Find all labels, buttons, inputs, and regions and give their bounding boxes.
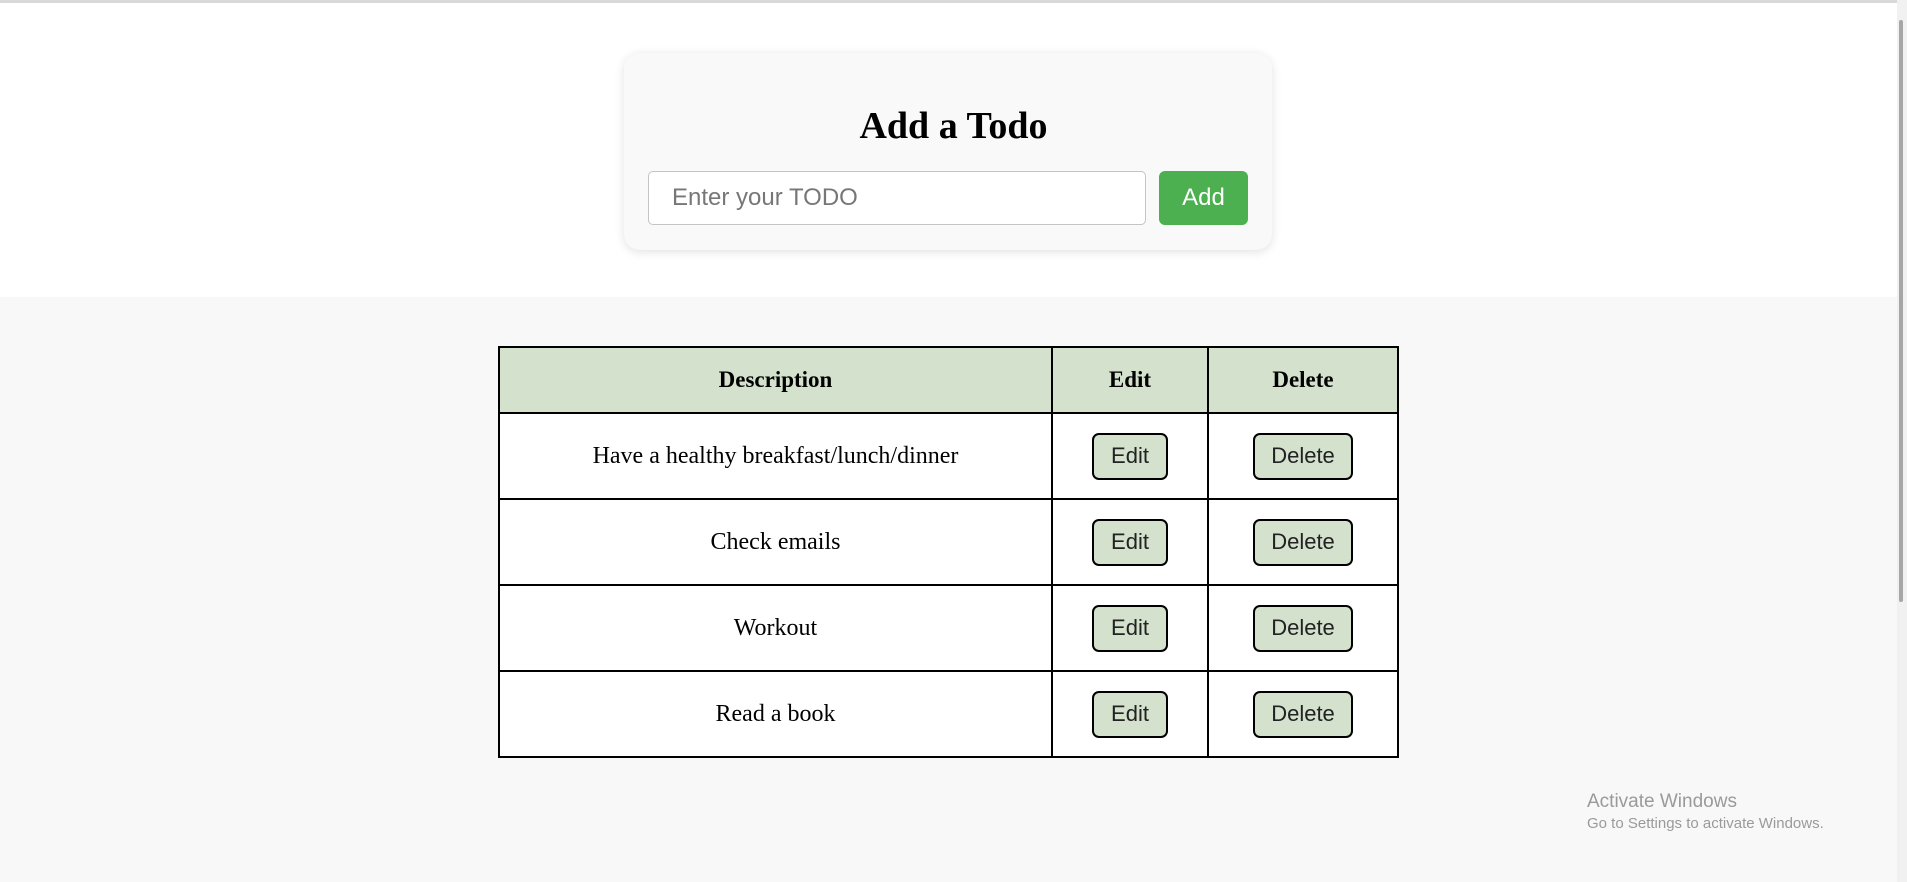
edit-button[interactable]: Edit [1092, 432, 1168, 480]
edit-button[interactable]: Edit [1092, 690, 1168, 738]
header-edit: Edit [1051, 346, 1209, 414]
todo-description: Workout [498, 584, 1053, 672]
todo-table: Description Edit Delete Have a healthy b… [498, 346, 1399, 758]
header-description: Description [498, 346, 1053, 414]
delete-cell: Delete [1207, 584, 1399, 672]
table-row: Have a healthy breakfast/lunch/dinner Ed… [498, 412, 1399, 500]
table-row: Check emails Edit Delete [498, 498, 1399, 586]
watermark-title: Activate Windows [1587, 791, 1737, 812]
edit-cell: Edit [1051, 412, 1209, 500]
delete-button[interactable]: Delete [1253, 518, 1353, 566]
vertical-scrollbar[interactable] [1897, 0, 1907, 882]
table-row: Workout Edit Delete [498, 584, 1399, 672]
activate-windows-watermark: Activate Windows Go to Settings to activ… [1587, 790, 1824, 834]
delete-button[interactable]: Delete [1253, 690, 1353, 738]
delete-button[interactable]: Delete [1253, 604, 1353, 652]
edit-cell: Edit [1051, 670, 1209, 758]
scrollbar-thumb[interactable] [1899, 20, 1903, 602]
edit-cell: Edit [1051, 498, 1209, 586]
watermark-subtitle: Go to Settings to activate Windows. [1587, 815, 1824, 832]
table-row: Read a book Edit Delete [498, 670, 1399, 758]
edit-button[interactable]: Edit [1092, 604, 1168, 652]
add-button[interactable]: Add [1159, 171, 1248, 225]
edit-cell: Edit [1051, 584, 1209, 672]
todo-input[interactable] [648, 171, 1146, 225]
table-header-row: Description Edit Delete [498, 346, 1399, 414]
delete-button[interactable]: Delete [1253, 432, 1353, 480]
todo-description: Check emails [498, 498, 1053, 586]
edit-button[interactable]: Edit [1092, 518, 1168, 566]
header-delete: Delete [1207, 346, 1399, 414]
delete-cell: Delete [1207, 670, 1399, 758]
delete-cell: Delete [1207, 412, 1399, 500]
todo-description: Have a healthy breakfast/lunch/dinner [498, 412, 1053, 500]
todo-description: Read a book [498, 670, 1053, 758]
page-title: Add a Todo [859, 105, 1048, 147]
delete-cell: Delete [1207, 498, 1399, 586]
